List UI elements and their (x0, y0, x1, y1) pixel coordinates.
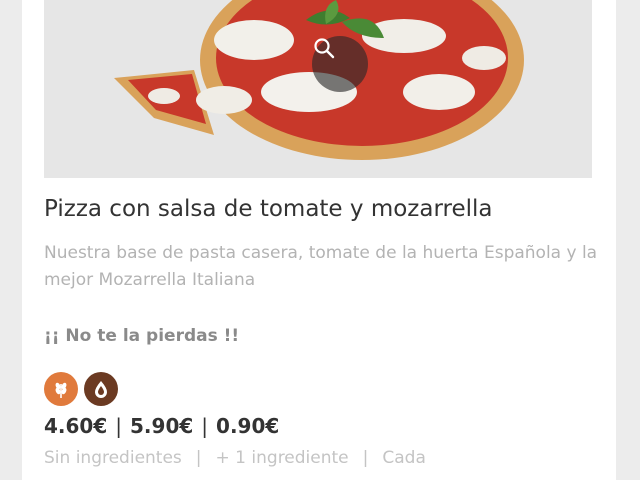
label-separator: | (195, 448, 202, 468)
price-separator: | (115, 414, 123, 438)
price-labels: Sin ingredientes | + 1 ingrediente | Cada (44, 448, 426, 468)
allergen-list (44, 372, 118, 406)
pizza-illustration (114, 0, 524, 160)
promo-text: ¡¡ No te la pierdas !! (44, 326, 240, 346)
label-extra: + 1 ingrediente (215, 448, 349, 468)
price-each: 0.90€ (216, 414, 280, 438)
search-icon (314, 38, 335, 59)
price-extra: 5.90€ (130, 414, 194, 438)
product-card: Pizza con salsa de tomate y mozarrella N… (22, 0, 616, 480)
price-base: 4.60€ (44, 414, 108, 438)
product-description: Nuestra base de pasta casera, tomate de … (44, 243, 598, 290)
dairy-icon (84, 372, 118, 406)
price-separator: | (201, 414, 209, 438)
label-separator: | (362, 448, 369, 468)
label-each: Cada (382, 448, 426, 468)
gluten-icon (44, 372, 78, 406)
product-image[interactable] (44, 0, 592, 178)
price-row: 4.60€ | 5.90€ | 0.90€ (44, 414, 279, 438)
product-title[interactable]: Pizza con salsa de tomate y mozarrella (44, 196, 604, 222)
zoom-button[interactable] (312, 36, 368, 92)
label-base: Sin ingredientes (44, 448, 182, 468)
